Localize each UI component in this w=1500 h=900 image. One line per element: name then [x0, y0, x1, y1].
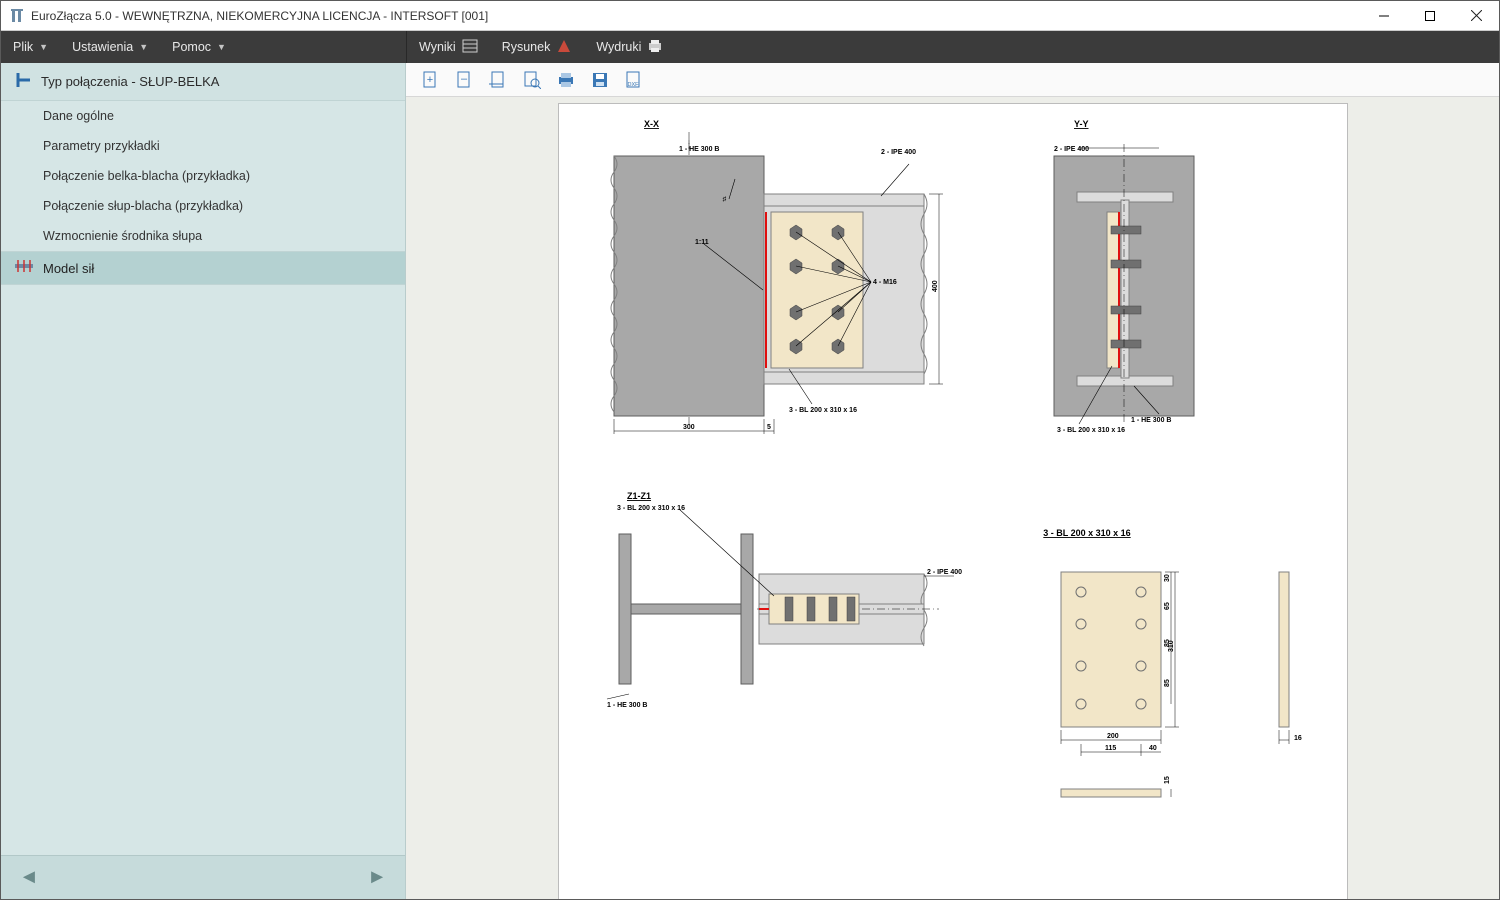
svg-text:15: 15 — [1164, 776, 1171, 784]
callout-bl-z1: 3 - BL 200 x 310 x 16 — [617, 505, 685, 512]
window-title: EuroZłącza 5.0 - WEWNĘTRZNA, NIEKOMERCYJ… — [31, 9, 488, 23]
svg-text:65: 65 — [1164, 602, 1171, 610]
print-icon — [647, 38, 663, 57]
section-label-z1: Z1-Z1 — [627, 491, 651, 501]
maximize-button[interactable] — [1407, 1, 1453, 31]
menu-pomoc[interactable]: Pomoc▼ — [160, 31, 238, 63]
callout-he300b-z1: 1 - HE 300 B — [607, 702, 647, 709]
menubar-right: Wyniki Rysunek Wydruki — [406, 31, 1499, 63]
svg-text:♯: ♯ — [722, 196, 726, 203]
drawing-toolbar: + – DXF — [406, 63, 1499, 97]
preview-icon[interactable] — [522, 70, 542, 90]
callout-m16: 4 - M16 — [873, 279, 897, 286]
svg-text:115: 115 — [1105, 745, 1116, 752]
forces-icon — [15, 260, 33, 277]
drawing-icon — [556, 38, 572, 57]
menu-plik[interactable]: Plik▼ — [1, 31, 60, 63]
callout-he300b-yy: 1 - HE 300 B — [1131, 417, 1171, 424]
svg-text:DXF: DXF — [628, 82, 640, 88]
svg-text:200: 200 — [1107, 733, 1119, 740]
minimize-button[interactable] — [1361, 1, 1407, 31]
sidebar: Typ połączenia - SŁUP-BELKA Dane ogólne … — [1, 63, 406, 899]
prev-arrow-icon[interactable]: ◄ — [19, 866, 39, 889]
svg-text:16: 16 — [1294, 735, 1302, 742]
callout-bl-xx: 3 - BL 200 x 310 x 16 — [789, 407, 857, 414]
svg-text:–: – — [461, 73, 468, 85]
callout-bl-yy: 3 - BL 200 x 310 x 16 — [1057, 427, 1125, 434]
app-icon — [9, 8, 25, 24]
save-icon[interactable] — [590, 70, 610, 90]
export-dxf-icon[interactable]: DXF — [624, 70, 644, 90]
next-arrow-icon[interactable]: ► — [367, 866, 387, 889]
sidebar-item-column-plate[interactable]: Połączenie słup-blacha (przykładka) — [1, 191, 405, 221]
sidebar-item-web-stiffening[interactable]: Wzmocnienie środnika słupa — [1, 221, 405, 251]
svg-text:85: 85 — [1164, 639, 1171, 647]
page-setup-icon[interactable] — [488, 70, 508, 90]
callout-ipe400-xx: 2 - IPE 400 — [881, 149, 916, 156]
new-page-icon[interactable]: + — [420, 70, 440, 90]
sidebar-item-model-forces[interactable]: Model sił — [1, 251, 405, 285]
caret-icon: ▼ — [217, 42, 226, 52]
sidebar-item-beam-plate[interactable]: Połączenie belka-blacha (przykładka) — [1, 161, 405, 191]
sidebar-item-plate-params[interactable]: Parametry przykładki — [1, 131, 405, 161]
svg-text:85: 85 — [1164, 679, 1171, 687]
sidebar-footer: ◄ ► — [1, 855, 405, 899]
sidebar-item-general-data[interactable]: Dane ogólne — [1, 101, 405, 131]
titlebar: EuroZłącza 5.0 - WEWNĘTRZNA, NIEKOMERCYJ… — [1, 1, 1499, 31]
svg-text:+: + — [427, 74, 433, 86]
connection-type-icon — [15, 72, 31, 91]
menu-ustawienia[interactable]: Ustawienia▼ — [60, 31, 160, 63]
svg-text:400: 400 — [932, 280, 939, 292]
column-section — [619, 534, 753, 684]
callout-ipe400-yy: 2 - IPE 400 — [1054, 146, 1089, 153]
results-icon — [462, 38, 478, 57]
remove-page-icon[interactable]: – — [454, 70, 474, 90]
svg-text:30: 30 — [1164, 574, 1171, 582]
svg-text:5: 5 — [767, 424, 771, 431]
menu-rysunek[interactable]: Rysunek — [490, 31, 585, 63]
callout-ipe400-z1: 2 - IPE 400 — [927, 569, 962, 576]
close-button[interactable] — [1453, 1, 1499, 31]
plate-detail-title: 3 - BL 200 x 310 x 16 — [1043, 528, 1130, 538]
print-icon[interactable] — [556, 70, 576, 90]
callout-he300b-xx: 1 - HE 300 B — [679, 146, 719, 153]
callout-weld: 1:11 — [695, 239, 709, 246]
caret-icon: ▼ — [39, 42, 48, 52]
svg-text:40: 40 — [1149, 745, 1157, 752]
section-label-yy: Y-Y — [1074, 119, 1089, 129]
svg-text:300: 300 — [683, 424, 695, 431]
caret-icon: ▼ — [139, 42, 148, 52]
menubar-left: Plik▼ Ustawienia▼ Pomoc▼ — [1, 31, 406, 63]
drawing-canvas: X-X — [558, 103, 1348, 899]
menu-wydruki[interactable]: Wydruki — [584, 31, 675, 63]
section-label-xx: X-X — [644, 119, 659, 129]
sidebar-heading-connection-type[interactable]: Typ połączenia - SŁUP-BELKA — [1, 63, 405, 101]
menu-wyniki[interactable]: Wyniki — [407, 31, 490, 63]
